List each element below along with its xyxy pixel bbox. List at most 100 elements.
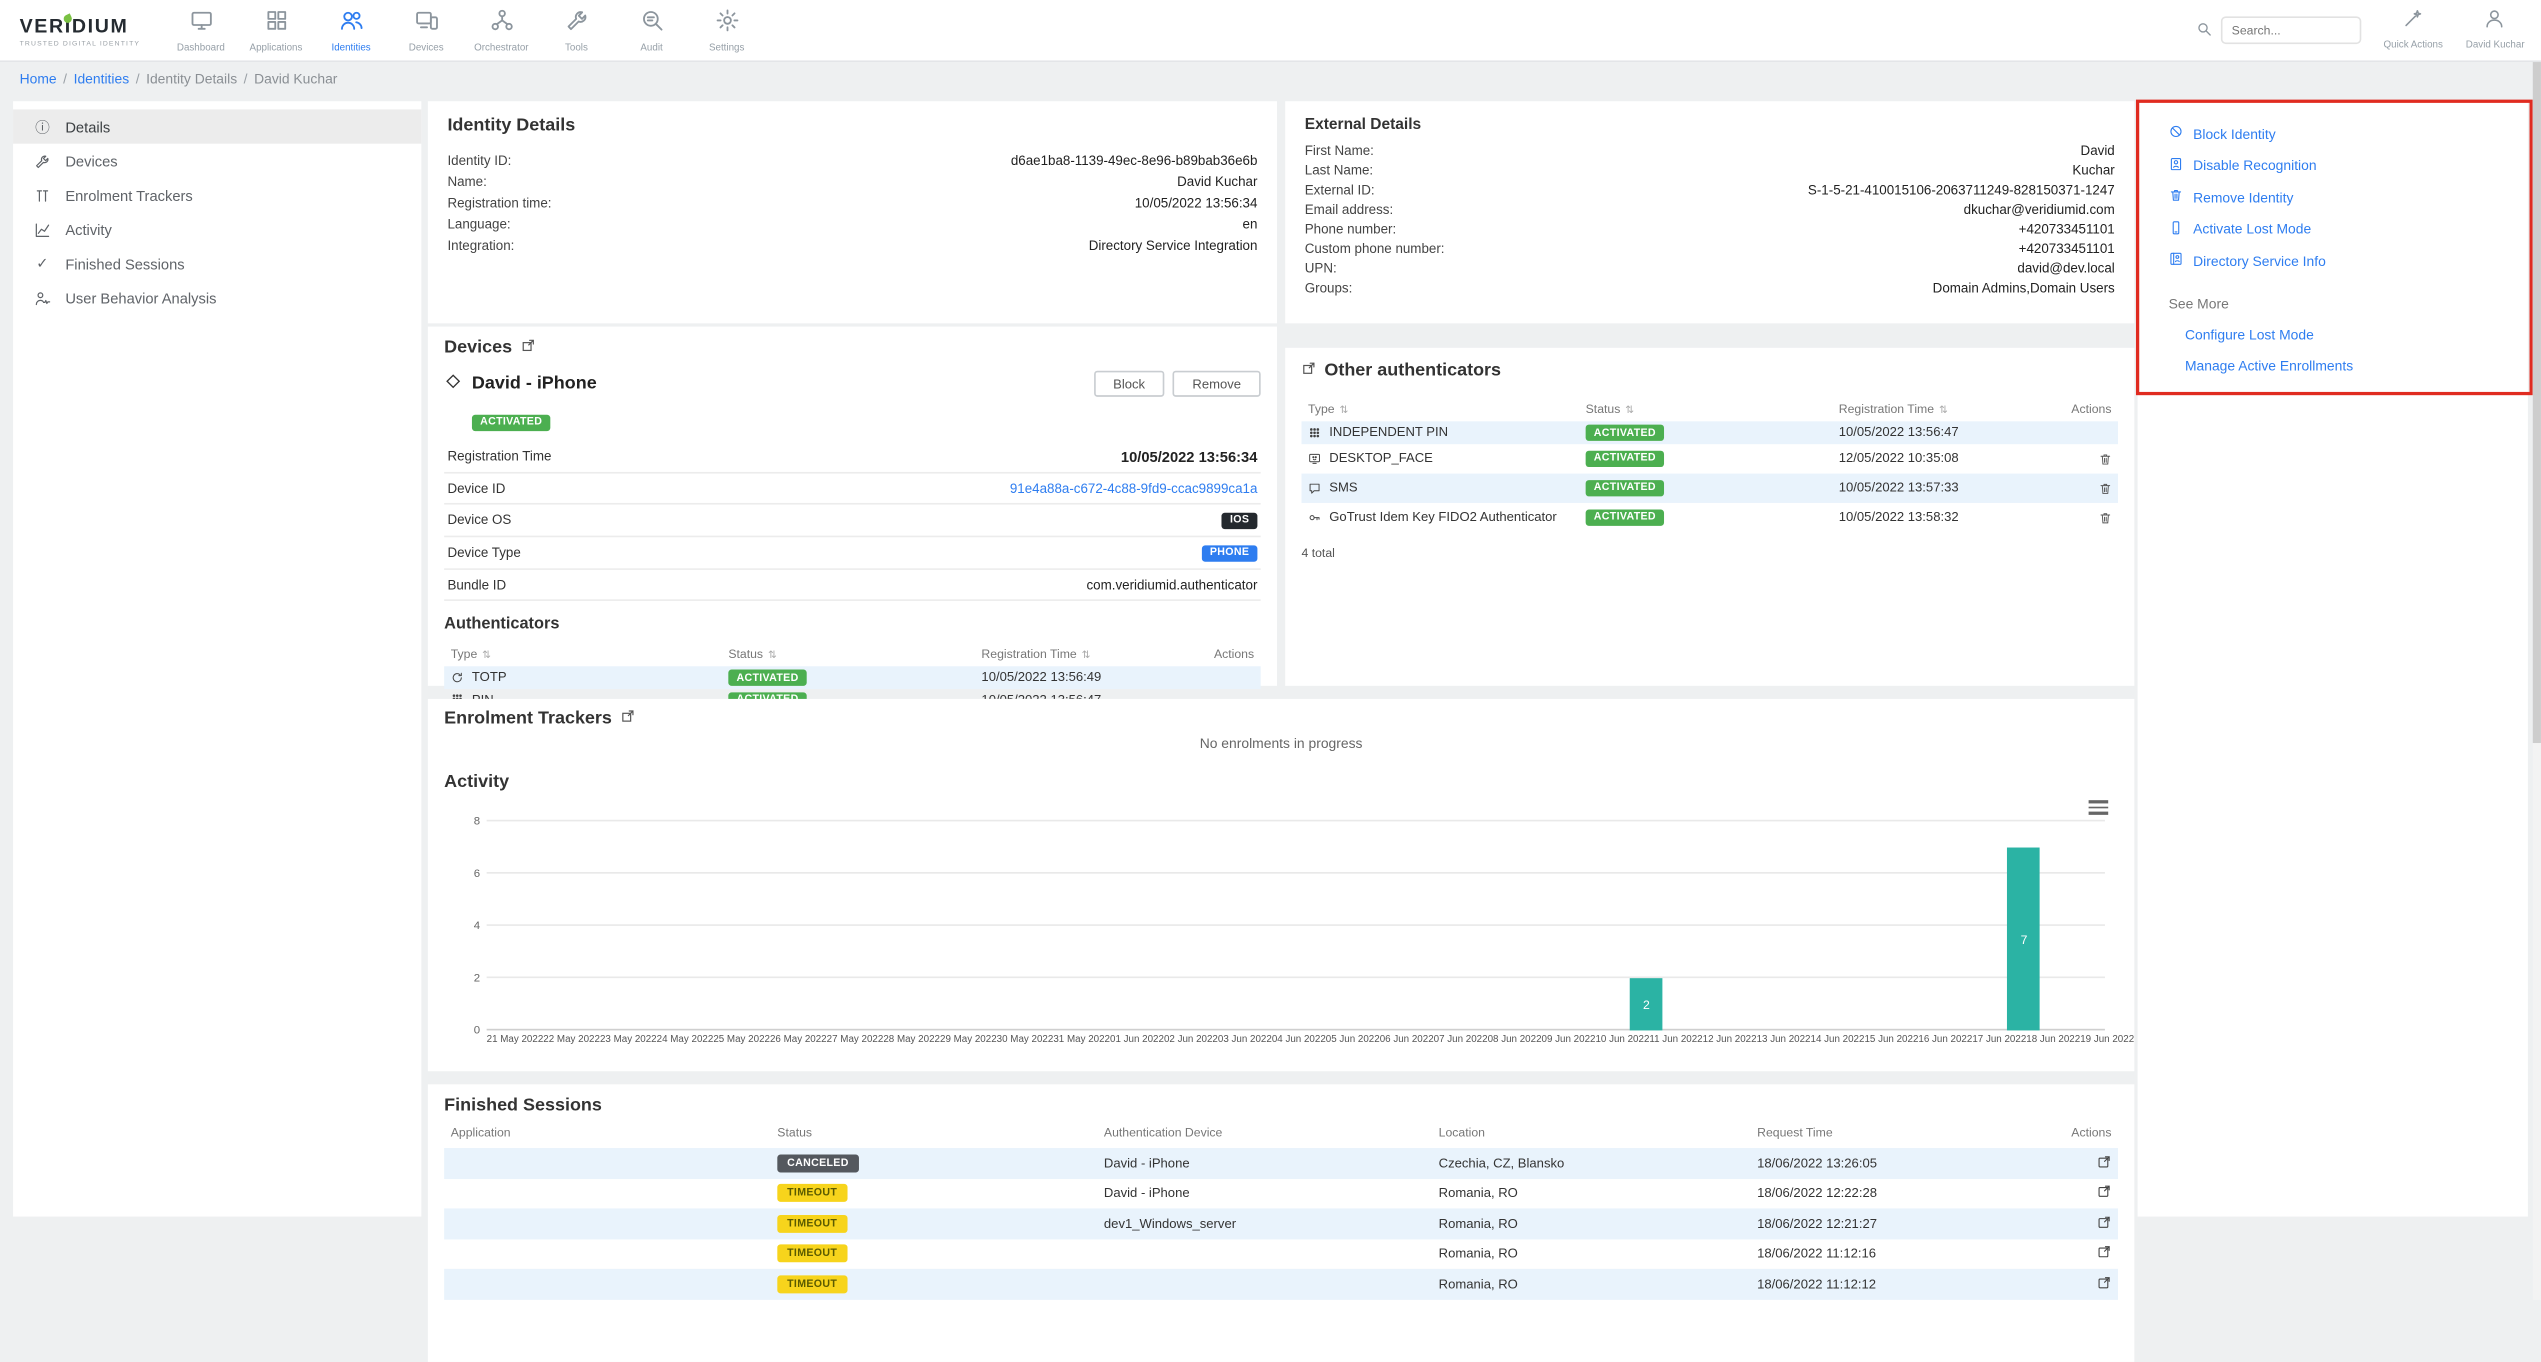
search-input[interactable]	[2220, 16, 2360, 44]
sidebar-item-enrolment-trackers[interactable]: Enrolment Trackers	[13, 178, 421, 212]
sidebar-item-devices[interactable]: Devices	[13, 144, 421, 178]
device-field-label: Device OS	[447, 513, 511, 528]
column-header-application: Application	[451, 1125, 778, 1140]
remove-identity-button[interactable]: Remove Identity	[2169, 188, 2499, 206]
device-os-row: Device OS IOS	[444, 505, 1261, 538]
bar-value-label: 2	[1643, 997, 1650, 1012]
delete-authenticator-button[interactable]	[2098, 446, 2112, 470]
open-session-icon[interactable]	[2097, 1245, 2112, 1263]
block-icon	[2169, 124, 2184, 142]
field-value: en	[1243, 214, 1258, 235]
block-identity-button[interactable]: Block Identity	[2169, 124, 2499, 142]
field-registration-time: Registration time: 10/05/2022 13:56:34	[447, 193, 1257, 214]
nav-item-tools[interactable]: Tools	[539, 0, 614, 60]
status-badge: ACTIVATED	[1586, 480, 1664, 496]
authenticator-row-independent-pin: INDEPENDENT PIN ACTIVATED 10/05/2022 13:…	[1302, 421, 2119, 443]
nav-item-label: Orchestrator	[474, 43, 528, 53]
action-label: Block Identity	[2193, 125, 2276, 141]
column-header-status[interactable]: Status⇅	[728, 647, 981, 662]
vertical-scrollbar[interactable]	[2533, 62, 2541, 1300]
dashboard-icon	[189, 7, 213, 40]
nav-item-applications[interactable]: Applications	[238, 0, 313, 60]
session-request-time: 18/06/2022 12:21:27	[1757, 1216, 2026, 1231]
chart-menu-icon[interactable]	[2089, 797, 2109, 817]
field-identity-id: Identity ID: d6ae1ba8-1139-49ec-8e96-b89…	[447, 150, 1257, 171]
identities-icon	[339, 7, 363, 40]
field-value: +420733451101	[2019, 220, 2115, 240]
column-header-status[interactable]: Status⇅	[1586, 402, 1839, 417]
column-header-registration-time[interactable]: Registration Time⇅	[981, 647, 1210, 662]
configure-lost-mode-link[interactable]: Configure Lost Mode	[2185, 327, 2499, 343]
nav-item-label: Dashboard	[177, 43, 225, 53]
open-session-icon[interactable]	[2097, 1215, 2112, 1233]
activity-panel: Activity 0246827 21 May 202222 May 20222…	[428, 761, 2134, 1071]
column-header-registration-time[interactable]: Registration Time⇅	[1839, 402, 2068, 417]
device-id-link[interactable]: 91e4a88a-c672-4c88-9fd9-ccac9899ca1a	[1010, 481, 1258, 496]
nav-item-label: Applications	[250, 43, 303, 53]
breadcrumb-home[interactable]: Home	[20, 70, 57, 86]
column-header-request-time: Request Time	[1757, 1125, 2026, 1140]
main-nav: Dashboard Applications Identities Device…	[163, 0, 764, 60]
x-axis-label: 22 May 2022	[543, 1035, 600, 1045]
nav-item-devices[interactable]: Devices	[389, 0, 464, 60]
session-location: Romania, RO	[1439, 1277, 1757, 1292]
delete-authenticator-button[interactable]	[2098, 505, 2112, 529]
delete-authenticator-button[interactable]	[2098, 475, 2112, 499]
field-value: S-1-5-21-410015106-2063711249-828150371-…	[1808, 181, 2115, 201]
device-field-label: Bundle ID	[447, 577, 506, 592]
x-axis-label: 03 Jun 2022	[1218, 1035, 1272, 1045]
search-icon[interactable]	[2196, 16, 2212, 45]
bundle-id-row: Bundle ID com.veridiumid.authenticator	[444, 570, 1261, 601]
directory-service-info-button[interactable]: Directory Service Info	[2169, 251, 2499, 269]
open-session-icon[interactable]	[2097, 1184, 2112, 1202]
authenticator-type: INDEPENDENT PIN	[1329, 425, 1448, 440]
manage-active-enrollments-link[interactable]: Manage Active Enrollments	[2185, 358, 2499, 374]
see-more-label[interactable]: See More	[2169, 296, 2499, 312]
nav-item-identities[interactable]: Identities	[314, 0, 389, 60]
status-badge: ACTIVATED	[1586, 509, 1664, 525]
activate-lost-mode-button[interactable]: Activate Lost Mode	[2169, 220, 2499, 238]
x-axis-label: 25 May 2022	[713, 1035, 770, 1045]
x-axis-label: 17 Jun 2022	[1972, 1035, 2026, 1045]
column-header-type[interactable]: Type⇅	[451, 647, 729, 662]
sidebar-item-finished-sessions[interactable]: ✓ Finished Sessions	[13, 247, 421, 281]
sidebar-item-user-behavior-analysis[interactable]: User Behavior Analysis	[13, 281, 421, 315]
expand-icon[interactable]	[620, 709, 635, 729]
field-name: Name: David Kuchar	[447, 171, 1257, 192]
identity-actions-panel: Block Identity Disable Recognition Remov…	[2142, 105, 2524, 389]
authenticators-heading: Authenticators	[444, 616, 1261, 634]
sidebar-item-details[interactable]: ⓘ Details	[13, 109, 421, 143]
quick-actions-button[interactable]: Quick Actions	[2384, 7, 2443, 49]
status-badge: ACTIVATED	[1586, 450, 1664, 466]
sidebar-item-label: Devices	[65, 153, 117, 169]
breadcrumb-identities[interactable]: Identities	[74, 70, 130, 86]
nav-item-dashboard[interactable]: Dashboard	[163, 0, 238, 60]
field-label: Groups:	[1305, 279, 1353, 299]
field-label: First Name:	[1305, 142, 1374, 162]
disable-recognition-button[interactable]: Disable Recognition	[2169, 156, 2499, 174]
authenticator-row-sms: SMS ACTIVATED 10/05/2022 13:57:33	[1302, 473, 2119, 502]
expand-icon[interactable]	[520, 338, 535, 358]
device-os-badge: IOS	[1222, 512, 1258, 528]
brand-logo[interactable]: VERIDIUM TRUSTED DIGITAL IDENTITY	[20, 14, 147, 47]
block-device-button[interactable]: Block	[1094, 371, 1165, 397]
column-header-type[interactable]: Type⇅	[1308, 402, 1586, 417]
sidebar-item-activity[interactable]: Activity	[13, 212, 421, 246]
open-session-icon[interactable]	[2097, 1275, 2112, 1293]
scrollbar-thumb[interactable]	[2533, 62, 2541, 743]
nav-item-settings[interactable]: Settings	[689, 0, 764, 60]
activity-chart-xaxis: 21 May 202222 May 202223 May 202224 May …	[487, 1035, 2105, 1045]
user-menu[interactable]: David Kuchar	[2466, 7, 2525, 49]
gridline	[487, 977, 2105, 979]
x-axis-label: 15 Jun 2022	[1864, 1035, 1918, 1045]
x-axis-label: 06 Jun 2022	[1380, 1035, 1434, 1045]
expand-icon[interactable]	[1302, 361, 1317, 381]
open-session-icon[interactable]	[2097, 1154, 2112, 1172]
applications-icon	[264, 7, 288, 40]
nav-item-orchestrator[interactable]: Orchestrator	[464, 0, 539, 60]
registration-time: 12/05/2022 10:35:08	[1839, 451, 2068, 466]
remove-device-button[interactable]: Remove	[1173, 371, 1261, 397]
y-axis-label: 4	[457, 921, 480, 932]
nav-item-audit[interactable]: Audit	[614, 0, 689, 60]
enrolments-empty-text: No enrolments in progress	[444, 735, 2118, 751]
